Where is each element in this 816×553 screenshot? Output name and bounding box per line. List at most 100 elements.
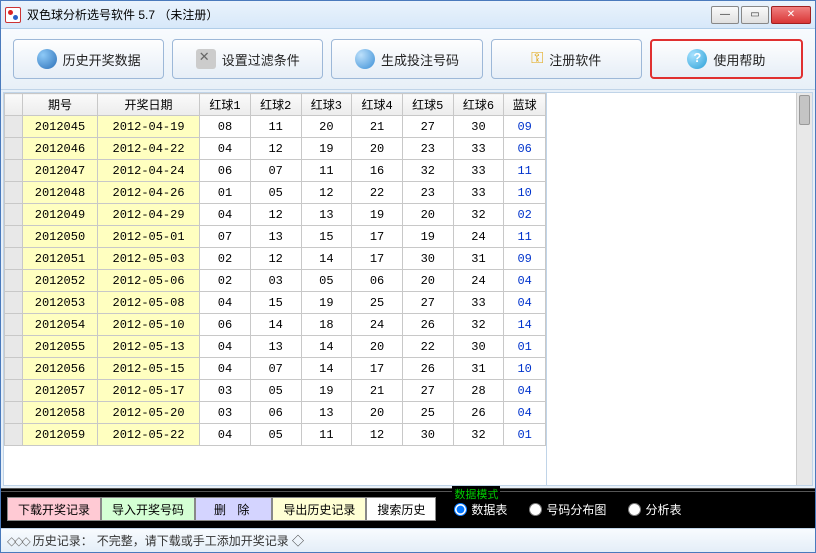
row-selector[interactable] <box>5 270 23 292</box>
right-scrollbar[interactable] <box>796 93 812 485</box>
filter-settings-button[interactable]: 设置过滤条件 <box>172 39 323 79</box>
table-row[interactable]: 20120582012-05-2003061320252604 <box>5 402 546 424</box>
col-header[interactable]: 红球4 <box>352 94 403 116</box>
cell-blue: 09 <box>504 116 546 138</box>
table-row[interactable]: 20120522012-05-0602030506202404 <box>5 270 546 292</box>
search-history-button[interactable]: 搜索历史 <box>366 497 436 521</box>
cell-red: 11 <box>301 424 352 446</box>
table-row[interactable]: 20120562012-05-1504071417263110 <box>5 358 546 380</box>
table-row[interactable]: 20120512012-05-0302121417303109 <box>5 248 546 270</box>
help-icon <box>687 49 707 69</box>
table-row[interactable]: 20120452012-04-1908112021273009 <box>5 116 546 138</box>
cell-red: 20 <box>301 116 352 138</box>
row-selector[interactable] <box>5 182 23 204</box>
maximize-button[interactable]: ▭ <box>741 6 769 24</box>
col-header[interactable]: 红球3 <box>301 94 352 116</box>
cell-blue: 06 <box>504 138 546 160</box>
cell-issue: 2012057 <box>23 380 98 402</box>
cell-red: 15 <box>250 292 301 314</box>
cell-date: 2012-05-08 <box>97 292 199 314</box>
col-header[interactable]: 开奖日期 <box>97 94 199 116</box>
cell-red: 23 <box>402 182 453 204</box>
cell-blue: 04 <box>504 380 546 402</box>
delete-button[interactable]: 删 除 <box>195 497 272 521</box>
cell-issue: 2012054 <box>23 314 98 336</box>
scrollbar-thumb[interactable] <box>799 95 810 125</box>
col-header[interactable]: 蓝球 <box>504 94 546 116</box>
cell-red: 33 <box>453 138 504 160</box>
window-controls: — ▭ ✕ <box>711 6 811 24</box>
cell-red: 12 <box>250 204 301 226</box>
close-button[interactable]: ✕ <box>771 6 811 24</box>
table-body: 20120452012-04-1908112021273009201204620… <box>5 116 546 446</box>
col-header[interactable] <box>5 94 23 116</box>
cell-red: 20 <box>402 204 453 226</box>
row-selector[interactable] <box>5 116 23 138</box>
cell-red: 26 <box>402 358 453 380</box>
cell-red: 13 <box>301 204 352 226</box>
cell-issue: 2012052 <box>23 270 98 292</box>
history-data-button[interactable]: 历史开奖数据 <box>13 39 164 79</box>
status-diamond-icon: ◇◇◇ <box>7 534 29 548</box>
help-button[interactable]: 使用帮助 <box>650 39 803 79</box>
cell-date: 2012-05-03 <box>97 248 199 270</box>
row-selector[interactable] <box>5 358 23 380</box>
register-software-button[interactable]: ⚿ 注册软件 <box>491 39 642 79</box>
data-table-pane[interactable]: 期号开奖日期红球1红球2红球3红球4红球5红球6蓝球 20120452012-0… <box>4 93 547 485</box>
row-selector[interactable] <box>5 204 23 226</box>
table-row[interactable]: 20120472012-04-2406071116323311 <box>5 160 546 182</box>
cell-red: 02 <box>200 248 251 270</box>
row-selector[interactable] <box>5 248 23 270</box>
cell-date: 2012-05-20 <box>97 402 199 424</box>
data-mode-legend: 数据模式 <box>452 486 500 502</box>
row-selector[interactable] <box>5 424 23 446</box>
row-selector[interactable] <box>5 336 23 358</box>
table-row[interactable]: 20120592012-05-2204051112303201 <box>5 424 546 446</box>
cell-red: 05 <box>250 182 301 204</box>
row-selector[interactable] <box>5 138 23 160</box>
cell-red: 04 <box>200 424 251 446</box>
cell-date: 2012-04-22 <box>97 138 199 160</box>
cell-issue: 2012045 <box>23 116 98 138</box>
row-selector[interactable] <box>5 160 23 182</box>
download-records-button[interactable]: 下载开奖记录 <box>7 497 101 521</box>
table-row[interactable]: 20120502012-05-0107131517192411 <box>5 226 546 248</box>
table-row[interactable]: 20120552012-05-1304131420223001 <box>5 336 546 358</box>
col-header[interactable]: 期号 <box>23 94 98 116</box>
cell-issue: 2012046 <box>23 138 98 160</box>
row-selector[interactable] <box>5 292 23 314</box>
cell-blue: 11 <box>504 160 546 182</box>
minimize-button[interactable]: — <box>711 6 739 24</box>
export-history-button[interactable]: 导出历史记录 <box>272 497 366 521</box>
col-header[interactable]: 红球6 <box>453 94 504 116</box>
mode-table-radio[interactable]: 数据表 <box>454 501 507 518</box>
row-selector[interactable] <box>5 402 23 424</box>
generate-numbers-button[interactable]: 生成投注号码 <box>331 39 482 79</box>
row-selector[interactable] <box>5 380 23 402</box>
col-header[interactable]: 红球1 <box>200 94 251 116</box>
cell-red: 25 <box>352 292 403 314</box>
bottom-toolbar: 下载开奖记录 导入开奖号码 删 除 导出历史记录 搜索历史 数据模式 数据表 号… <box>1 488 815 528</box>
cell-red: 04 <box>200 336 251 358</box>
cell-issue: 2012059 <box>23 424 98 446</box>
cell-red: 14 <box>250 314 301 336</box>
table-row[interactable]: 20120492012-04-2904121319203202 <box>5 204 546 226</box>
table-row[interactable]: 20120462012-04-2204121920233306 <box>5 138 546 160</box>
cell-blue: 01 <box>504 336 546 358</box>
import-numbers-button[interactable]: 导入开奖号码 <box>101 497 195 521</box>
cell-red: 20 <box>352 336 403 358</box>
table-row[interactable]: 20120532012-05-0804151925273304 <box>5 292 546 314</box>
table-row[interactable]: 20120572012-05-1703051921272804 <box>5 380 546 402</box>
mode-distribution-radio[interactable]: 号码分布图 <box>529 501 606 518</box>
cell-blue: 04 <box>504 270 546 292</box>
table-row[interactable]: 20120482012-04-2601051222233310 <box>5 182 546 204</box>
cell-red: 21 <box>352 116 403 138</box>
mode-analysis-radio[interactable]: 分析表 <box>628 501 681 518</box>
col-header[interactable]: 红球2 <box>250 94 301 116</box>
cell-red: 30 <box>402 248 453 270</box>
status-label: 历史记录： <box>33 532 93 549</box>
row-selector[interactable] <box>5 226 23 248</box>
row-selector[interactable] <box>5 314 23 336</box>
col-header[interactable]: 红球5 <box>402 94 453 116</box>
table-row[interactable]: 20120542012-05-1006141824263214 <box>5 314 546 336</box>
